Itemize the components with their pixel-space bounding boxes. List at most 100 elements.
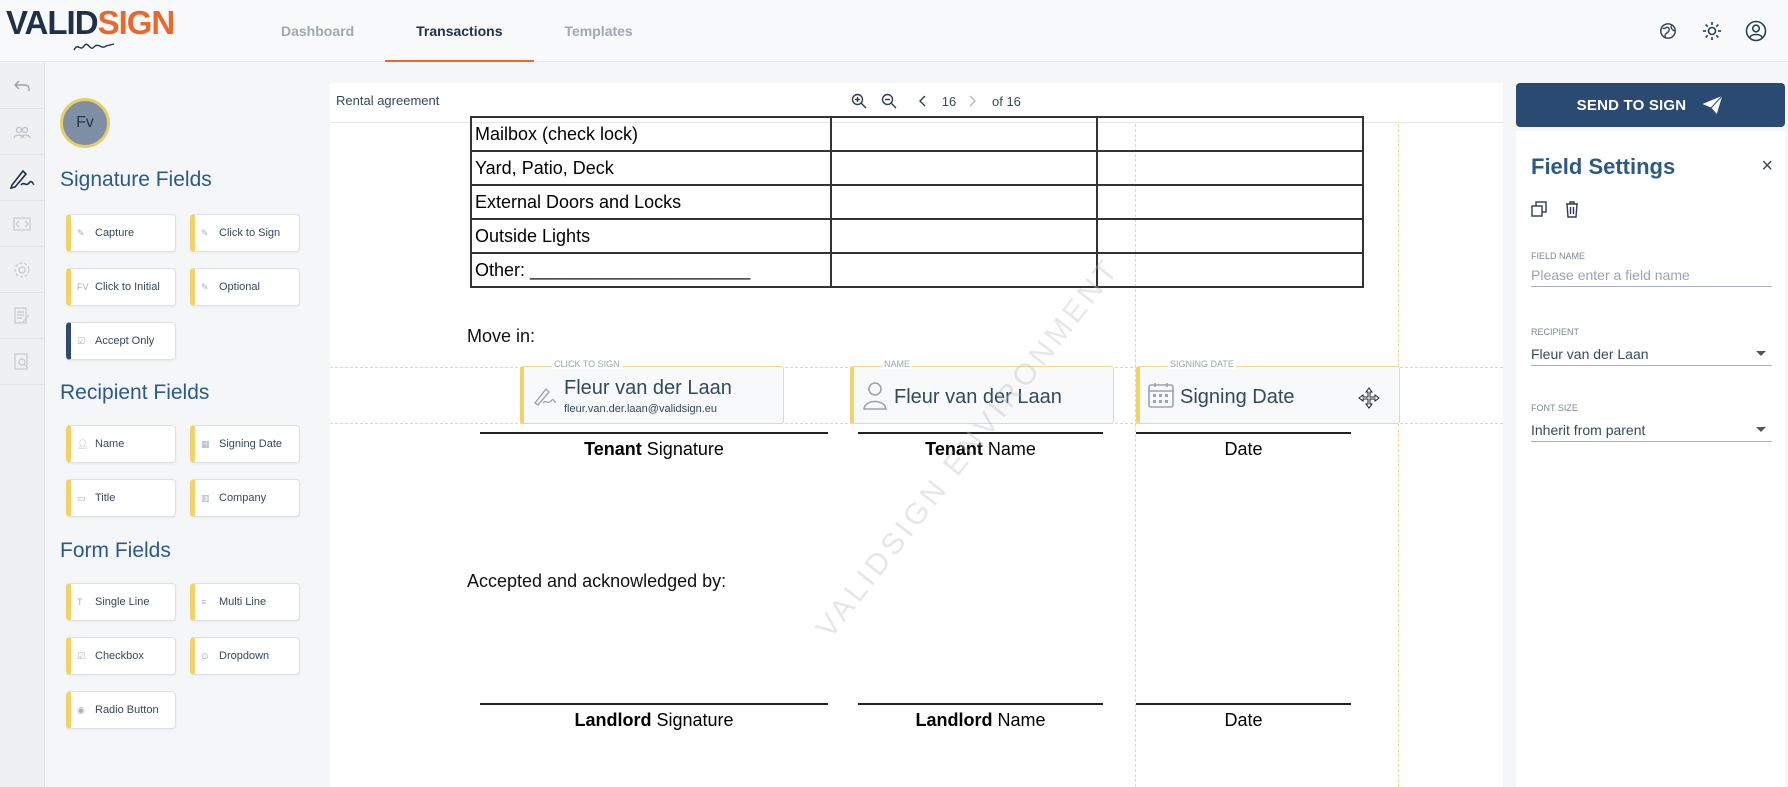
document-edit-icon[interactable]	[0, 293, 44, 339]
signature-fields-title: Signature Fields	[60, 168, 212, 191]
table-row: Other: ______________________	[470, 252, 1364, 288]
sun-icon[interactable]	[1690, 9, 1734, 53]
person-icon: 👤︎	[77, 438, 89, 449]
table-row: Mailbox (check lock)	[470, 116, 1364, 152]
click-to-sign-field-button[interactable]: ✎ Click to Sign	[190, 214, 300, 252]
field-label: Click to Sign	[219, 227, 281, 239]
tab-transactions[interactable]: Transactions	[385, 0, 534, 62]
pen-icon	[533, 387, 556, 406]
zoom-out-icon[interactable]	[874, 93, 904, 109]
zoom-in-icon[interactable]	[844, 93, 874, 109]
field-label: Checkbox	[95, 650, 144, 662]
accept-only-field-button[interactable]: ☑ Accept Only	[66, 322, 176, 360]
tenant-date-label: Date	[1224, 439, 1263, 459]
field-tools	[1531, 201, 1599, 218]
chevron-down-icon	[1756, 427, 1766, 432]
move-cursor-icon[interactable]	[1358, 387, 1380, 409]
document-title: Rental agreement	[336, 93, 440, 108]
field-settings-title: Field Settings	[1531, 154, 1676, 179]
optional-field-button[interactable]: ✎ Optional	[190, 268, 300, 306]
tab-dashboard[interactable]: Dashboard	[250, 0, 385, 62]
logo-valid-text: VALID	[6, 4, 99, 41]
single-line-field-button[interactable]: T Single Line	[66, 583, 176, 621]
field-label: Single Line	[95, 596, 150, 608]
next-page-icon[interactable]	[964, 94, 980, 108]
recipient-avatar[interactable]: Fv	[60, 98, 110, 148]
recipient-select[interactable]: Fleur van der Laan	[1531, 342, 1772, 366]
chevron-down-icon	[1756, 351, 1766, 356]
person-icon	[863, 382, 887, 410]
close-icon[interactable]: ×	[1761, 155, 1773, 178]
signature-icon[interactable]	[0, 155, 44, 201]
font-size-select[interactable]: Inherit from parent	[1531, 418, 1772, 442]
name-field-button[interactable]: 👤︎ Name	[66, 425, 176, 463]
dropdown-icon: ⊙	[201, 650, 209, 661]
signing-date-placeholder: Signing Date	[1180, 386, 1295, 408]
text-icon: T	[77, 597, 83, 607]
accepted-heading: Accepted and acknowledged by:	[467, 571, 727, 591]
radio-icon: ◉	[77, 704, 85, 715]
recipient-name: Fleur van der Laan	[564, 377, 732, 399]
send-to-sign-button[interactable]: SEND TO SIGN	[1516, 83, 1785, 127]
pager: 16 of 16	[844, 93, 1021, 109]
signing-date-field-button[interactable]: ▦ Signing Date	[190, 425, 300, 463]
signature-line	[480, 432, 828, 434]
globe-icon[interactable]	[1646, 9, 1690, 53]
trash-icon[interactable]	[1565, 201, 1599, 218]
title-field-button[interactable]: ▭ Title	[66, 479, 176, 517]
font-size-label: FONT SIZE	[1531, 403, 1578, 413]
avatar-initials: Fv	[76, 114, 94, 131]
back-arrow-icon[interactable]	[0, 63, 44, 109]
font-size-select-value: Inherit from parent	[1531, 421, 1646, 438]
checkbox-field-button[interactable]: ☑ Checkbox	[66, 637, 176, 675]
company-field-button[interactable]: ▥ Company	[190, 479, 300, 517]
landlord-date-label: Date	[1224, 710, 1263, 730]
radio-button-field-button[interactable]: ◉ Radio Button	[66, 691, 176, 729]
user-icon[interactable]	[1734, 9, 1778, 53]
logo-sign-text: SIGN	[97, 4, 176, 41]
recipient-label: RECIPIENT	[1531, 327, 1580, 337]
placed-signing-date-field[interactable]: SIGNING DATE Signing Date	[1136, 359, 1400, 424]
field-settings-panel: Field Settings × FIELD NAME RECIPIENT Fl…	[1516, 131, 1785, 787]
document-search-icon[interactable]	[0, 339, 44, 385]
field-palette: Fv Signature Fields ✎ Capture ✎ Click to S…	[46, 63, 330, 787]
field-name-label: FIELD NAME	[1531, 251, 1586, 261]
dropdown-field-button[interactable]: ⊙ Dropdown	[190, 637, 300, 675]
signature-line	[1136, 703, 1351, 705]
landlord-signature-label: Landlord Signature	[480, 710, 828, 731]
page-number[interactable]: 16	[934, 94, 964, 109]
field-name-input[interactable]	[1531, 263, 1772, 287]
recipient-select-value: Fleur van der Laan	[1531, 345, 1649, 362]
tab-label: Templates	[564, 23, 633, 39]
pen-icon: ✎	[201, 281, 209, 292]
id-card-icon: ▭	[77, 492, 86, 503]
table-cell: Outside Lights	[470, 218, 832, 254]
signature-line	[480, 703, 828, 705]
field-label: Dropdown	[219, 650, 270, 662]
label-text: Signature	[651, 710, 734, 730]
duplicate-icon[interactable]	[1531, 201, 1565, 218]
users-icon[interactable]	[0, 109, 44, 155]
multi-line-field-button[interactable]: ≡ Multi Line	[190, 583, 300, 621]
field-label: Accept Only	[95, 335, 155, 347]
placed-click-to-sign-field[interactable]: CLICK TO SIGN Fleur van der Laan fleur.v…	[520, 359, 784, 424]
landlord-name-label: Landlord Name	[858, 710, 1103, 731]
table-row: External Doors and Locks	[470, 184, 1364, 220]
settings-icon[interactable]	[0, 247, 44, 293]
paper-plane-icon	[1700, 94, 1725, 116]
checkbox-icon: ☑	[77, 335, 86, 346]
table-row: Outside Lights	[470, 218, 1364, 254]
tab-templates[interactable]: Templates	[534, 0, 664, 62]
previous-page-icon[interactable]	[912, 94, 934, 108]
field-label: Name	[95, 438, 125, 450]
field-label: Radio Button	[95, 704, 159, 716]
field-label: Multi Line	[219, 596, 267, 608]
code-icon[interactable]	[0, 201, 44, 247]
document-viewer: Rental agreement 16 of 16 Mailbox (check…	[330, 83, 1503, 787]
field-type-tag: CLICK TO SIGN	[552, 359, 622, 369]
label-text: Signature	[641, 439, 724, 459]
click-to-initial-field-button[interactable]: FV Click to Initial	[66, 268, 176, 306]
capture-field-button[interactable]: ✎ Capture	[66, 214, 176, 252]
field-label: Signing Date	[219, 438, 282, 450]
validsign-logo[interactable]: VALIDSIGN	[6, 4, 176, 58]
